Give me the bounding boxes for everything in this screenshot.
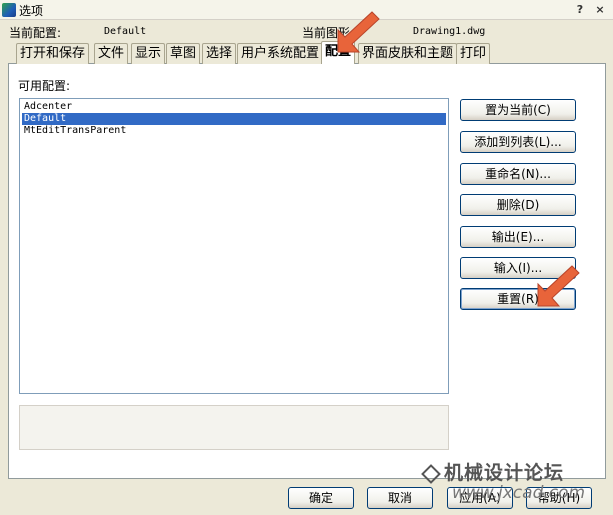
watermark-site-name: 机械设计论坛 [444,462,565,484]
tab-drafting[interactable]: 草图 [166,43,201,64]
cancel-button[interactable]: 取消 [367,487,433,509]
current-profile-value: Default [104,26,147,37]
current-drawing-value: Drawing1.dwg [413,26,486,37]
rename-button[interactable]: 重命名(N)... [460,163,576,185]
help-title-button[interactable]: ? [572,2,588,17]
delete-button[interactable]: 删除(D) [460,194,576,216]
profiles-listbox[interactable]: Adcenter Default MtEditTransParent [19,98,449,394]
export-button[interactable]: 输出(E)... [460,226,576,248]
available-profiles-label: 可用配置: [18,79,71,93]
window-title: 选项 [19,4,44,18]
tab-selection[interactable]: 选择 [202,43,237,64]
annotation-arrow-tab-icon [337,11,380,53]
tab-files[interactable]: 文件 [94,43,129,64]
add-to-list-button[interactable]: 添加到列表(L)... [460,131,576,153]
tab-display[interactable]: 显示 [131,43,166,64]
set-current-button[interactable]: 置为当前(C) [460,99,576,121]
current-profile-label: 当前配置: [9,26,62,40]
ok-button[interactable]: 确定 [288,487,354,509]
tab-strip: 打开和保存 文件 显示 草图 选择 用户系统配置 配置 界面皮肤和主题 打印 [8,41,608,64]
list-item-adcenter[interactable]: Adcenter [22,101,446,113]
profile-description-box [19,405,449,450]
tab-open-save[interactable]: 打开和保存 [16,43,90,64]
watermark-url: www.jxcad.com [452,483,586,503]
tab-user-preferences[interactable]: 用户系统配置 [237,43,324,64]
list-item-mtedittransparent[interactable]: MtEditTransParent [22,125,446,137]
watermark-title: 机械设计论坛 [421,458,565,485]
list-item-default[interactable]: Default [22,113,446,125]
annotation-arrow-reset-icon [537,265,580,307]
app-icon [2,3,16,17]
tab-plot[interactable]: 打印 [456,43,491,64]
watermark-logo-icon [421,463,441,484]
close-button[interactable]: × [592,2,608,17]
title-bar: 选项 ? × [0,0,613,20]
